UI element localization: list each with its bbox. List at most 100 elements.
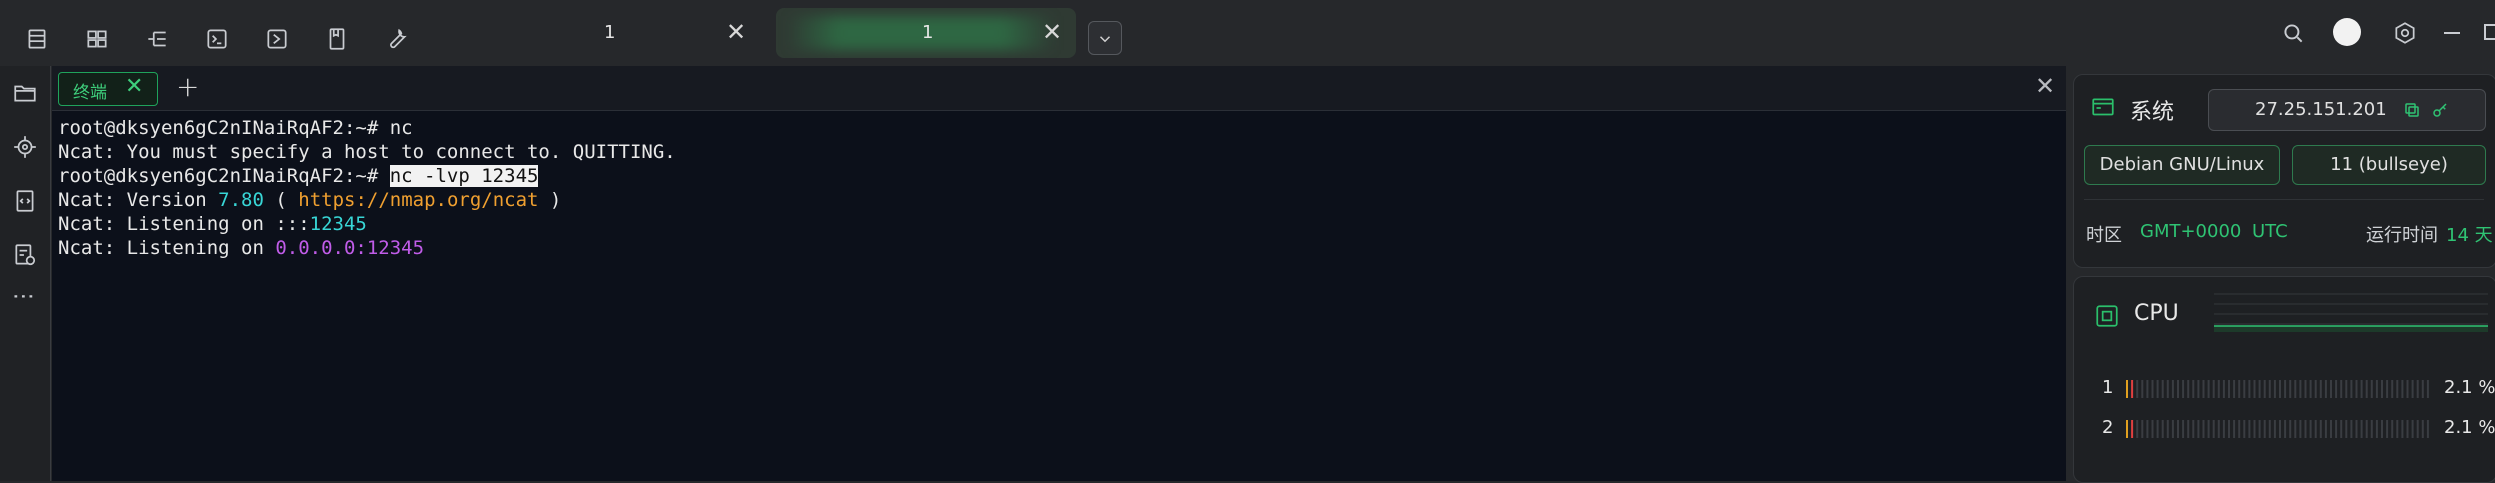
cpu-bar-segment — [2243, 380, 2246, 398]
search-icon[interactable] — [2280, 20, 2306, 46]
cpu-bar-segment — [2222, 380, 2225, 398]
cpu-bar-segment — [2355, 420, 2358, 438]
cpu-bar-segment — [2263, 380, 2266, 398]
cpu-bar-segment — [2391, 420, 2394, 438]
session-tab-1[interactable]: 1 ✕ — [560, 8, 760, 58]
cpu-bar-segment — [2330, 420, 2332, 438]
ip-address-box[interactable]: 27.25.151.201 — [2208, 89, 2486, 131]
cpu-bar-segment — [2177, 380, 2179, 398]
timezone-name: UTC — [2252, 221, 2288, 242]
prompt: root@dksyen6gC2nINaiRqAF2:~# — [58, 117, 390, 139]
cpu-bar-segment — [2401, 420, 2404, 438]
close-icon[interactable]: ✕ — [726, 18, 746, 46]
chevron-down-icon — [1099, 36, 1111, 43]
session-tab-2[interactable]: 1 ✕ — [776, 8, 1076, 58]
cpu-bar-segment — [2197, 420, 2200, 438]
settings-icon[interactable] — [2392, 20, 2418, 46]
cpu-bar-segment — [2421, 420, 2424, 438]
cpu-bar-segment — [2381, 380, 2383, 398]
close-icon[interactable]: ✕ — [125, 74, 143, 99]
cpu-bar-segment — [2375, 420, 2378, 438]
output-text: Ncat: Listening on — [58, 237, 276, 259]
terminal-icon[interactable] — [204, 26, 230, 52]
cpu-bar-segment — [2171, 380, 2174, 398]
cpu-bar-segment — [2284, 380, 2287, 398]
cpu-bar-segment — [2370, 380, 2373, 398]
cpu-bar-segment — [2375, 380, 2378, 398]
terminal-tab[interactable]: 终端 ✕ — [58, 72, 158, 106]
cpu-bar-segment — [2396, 420, 2399, 438]
cpu-bar-segment — [2151, 380, 2154, 398]
os-name: Debian GNU/Linux — [2099, 154, 2265, 175]
tree-icon[interactable] — [144, 26, 170, 52]
cpu-bar-segment — [2411, 420, 2414, 438]
copy-icon[interactable] — [2403, 101, 2421, 119]
cpu-bar-segment — [2273, 380, 2276, 398]
avatar[interactable] — [2333, 18, 2361, 46]
output-text: ) — [538, 189, 562, 211]
cpu-bar-segment — [2212, 420, 2215, 438]
maximize-icon[interactable] — [2484, 24, 2495, 40]
cpu-core-bar — [2126, 380, 2429, 398]
close-panel-button[interactable]: ✕ — [2035, 72, 2055, 100]
cpu-core-label: 1 — [2102, 377, 2114, 398]
target-icon[interactable] — [12, 134, 38, 160]
tab-label: 1 — [604, 22, 616, 43]
add-tab-button[interactable]: + — [176, 70, 199, 103]
cpu-bar-segment — [2161, 380, 2164, 398]
cpu-bar-segment — [2319, 380, 2322, 398]
tab-highlight — [786, 16, 1056, 50]
cpu-bar-segment — [2222, 420, 2225, 438]
cpu-bar-segment — [2314, 380, 2317, 398]
code-file-icon[interactable] — [12, 188, 38, 214]
cpu-bar-segment — [2141, 380, 2144, 398]
cpu-bar-segment — [2426, 380, 2429, 398]
more-icon[interactable]: ⋮ — [11, 284, 36, 310]
cpu-bar-segment — [2309, 380, 2312, 398]
cpu-bar-segment — [2258, 380, 2261, 398]
system-title: 系统 — [2130, 100, 2175, 125]
cpu-bar-segment — [2161, 420, 2164, 438]
cpu-bar-segment — [2324, 420, 2327, 438]
terminal-output[interactable]: root@dksyen6gC2nINaiRqAF2:~# nc Ncat: You… — [58, 116, 676, 260]
terminal-line: Ncat: Listening on 0.0.0.0:12345 — [58, 236, 676, 260]
cpu-core-value: 2.1 % — [2444, 417, 2495, 438]
cpu-bar-segment — [2177, 420, 2179, 438]
cpu-icon — [2094, 303, 2120, 329]
cpu-bar-segment — [2187, 420, 2190, 438]
cpu-bar-segment — [2406, 380, 2409, 398]
file-settings-icon[interactable] — [12, 242, 38, 268]
cpu-bar-segment — [2166, 420, 2169, 438]
wrench-icon[interactable] — [384, 26, 410, 52]
terminal-run-icon[interactable] — [264, 26, 290, 52]
layout-icon[interactable] — [84, 26, 110, 52]
close-icon[interactable]: ✕ — [1042, 18, 1062, 46]
book-icon[interactable] — [324, 26, 350, 52]
cpu-bar-segment — [2197, 380, 2200, 398]
list-icon[interactable] — [24, 26, 50, 52]
cpu-bar-segment — [2355, 380, 2358, 398]
timezone-label: 时区 — [2086, 225, 2122, 246]
cpu-bar-segment — [2182, 380, 2185, 398]
url-link[interactable]: https://nmap.org/ncat — [298, 189, 538, 211]
cpu-bar-segment — [2335, 420, 2338, 438]
cpu-bar-segment — [2350, 380, 2353, 398]
tab-dropdown-button[interactable] — [1088, 21, 1122, 55]
listen-address: 0.0.0.0:12345 — [275, 237, 425, 259]
folder-icon[interactable] — [12, 80, 38, 106]
output-text: Ncat: Listening on ::: — [58, 213, 310, 235]
cpu-bar-segment — [2330, 380, 2332, 398]
cpu-bar-segment — [2304, 420, 2307, 438]
terminal-line: Ncat: Version 7.80 ( https://nmap.org/nc… — [58, 188, 676, 212]
cpu-bar-segment — [2228, 380, 2230, 398]
cpu-bar-segment — [2370, 420, 2373, 438]
os-name-box: Debian GNU/Linux — [2084, 145, 2280, 185]
cpu-bar-segment — [2263, 420, 2266, 438]
minimize-icon[interactable] — [2444, 32, 2460, 34]
cpu-bar-segment — [2156, 380, 2159, 398]
key-icon[interactable] — [2431, 101, 2449, 119]
cpu-bar-segment — [2126, 380, 2128, 398]
uptime-value: 14 天 — [2446, 225, 2493, 246]
cpu-bar-segment — [2309, 420, 2312, 438]
tab-label: 1 — [922, 22, 934, 43]
